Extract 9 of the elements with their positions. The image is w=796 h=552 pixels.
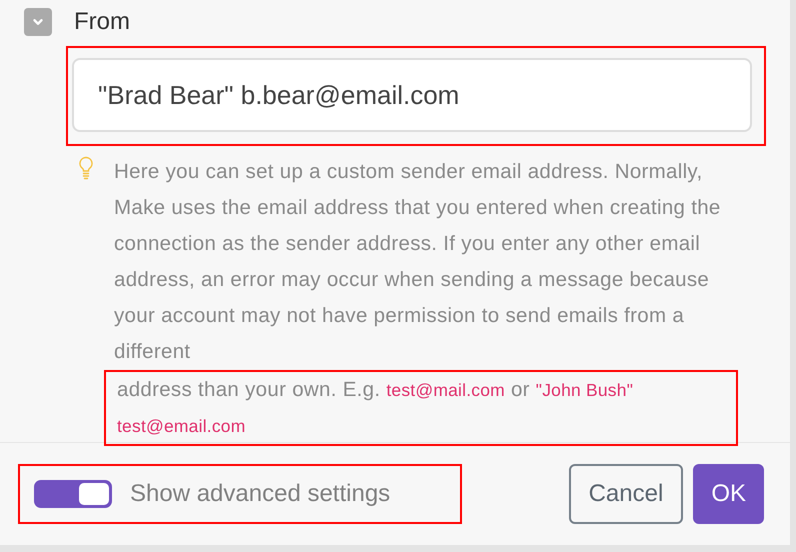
toggle-switch[interactable] <box>34 480 112 508</box>
lightbulb-icon <box>78 156 94 180</box>
hint-text: address than your own. E.g. test@mail.com or "John Bush" test@email.com <box>117 377 634 438</box>
ok-button[interactable]: OK <box>693 464 764 524</box>
cancel-button[interactable]: Cancel <box>568 464 684 524</box>
toggle-label: Show advanced settings <box>130 480 390 508</box>
field-label: From <box>74 8 130 36</box>
collapse-toggle-icon[interactable] <box>24 8 52 36</box>
input-field[interactable]: "Brad Bear" b.bear@email.com <box>72 58 752 132</box>
